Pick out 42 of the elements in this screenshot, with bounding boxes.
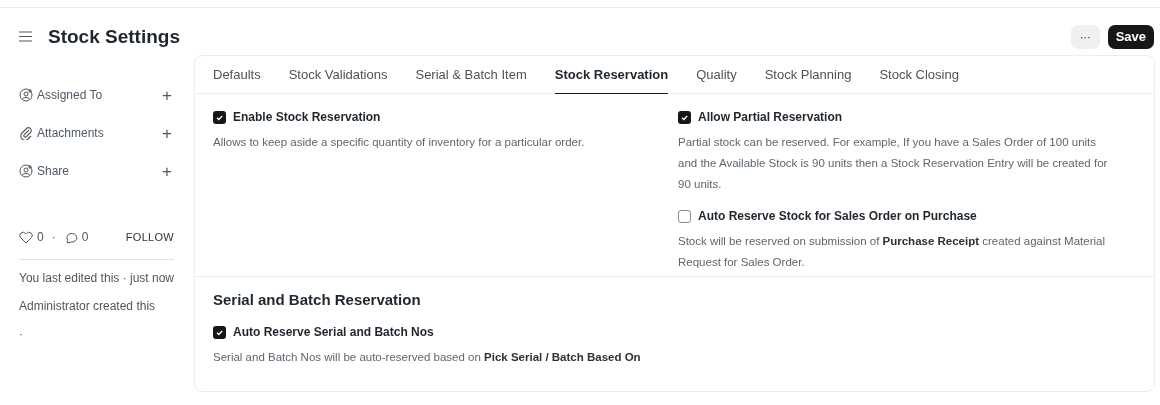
activity-text: You last edited this · just now — [19, 270, 174, 287]
comment-icon[interactable] — [63, 230, 78, 244]
tab[interactable]: Quality — [696, 56, 737, 94]
add-button[interactable]: + — [160, 162, 174, 180]
checkbox-label[interactable]: Allow Partial Reservation — [698, 108, 843, 126]
sidebar-item[interactable]: Assigned To — [37, 86, 103, 104]
comment-count: 0 — [81, 229, 89, 246]
activity-text: · — [19, 326, 24, 343]
user-plus-icon — [19, 164, 33, 178]
separator-dot: · — [51, 229, 56, 246]
field-description: Allows to keep aside a specific quantity of inventory for a particular order. — [213, 135, 586, 150]
checkbox[interactable] — [678, 110, 691, 124]
like-count: 0 — [37, 229, 44, 246]
follow-button[interactable]: FOLLOW — [125, 228, 174, 246]
checkbox-label[interactable]: Enable Stock Reservation — [233, 108, 381, 126]
checkbox[interactable] — [213, 325, 226, 339]
tab[interactable]: Serial & Batch Item — [415, 56, 527, 94]
sidebar-item[interactable]: Attachments — [37, 124, 104, 142]
tab[interactable]: Stock Closing — [879, 56, 959, 94]
save-button[interactable]: Save — [1107, 25, 1154, 49]
field-description: Serial and Batch Nos will be auto-reserved based on Pick Serial / Batch Based On — [213, 350, 642, 365]
menu-icon[interactable] — [19, 31, 32, 43]
section-heading: Serial and Batch Reservation — [213, 291, 422, 309]
field-description: Stock will be reserved on submission of Purchase Receipt created against Material Request for Sales Order. — [678, 234, 1106, 270]
heart-icon[interactable] — [19, 230, 33, 244]
checkbox-label[interactable]: Auto Reserve Serial and Batch Nos — [233, 323, 434, 341]
checkbox[interactable] — [678, 209, 691, 223]
tab[interactable]: Stock Planning — [764, 56, 852, 94]
checkbox[interactable] — [213, 110, 226, 124]
tab[interactable]: Stock Validations — [288, 56, 388, 94]
page-title: Stock Settings — [48, 25, 180, 49]
field-description: Partial stock can be reserved. For example, If you have a Sales Order of 100 units and the Available Stock is 90 units then a Stock Reservation Entry will be created for 90 units. — [678, 135, 1109, 192]
checkbox-label[interactable]: Auto Reserve Stock for Sales Order on Purchase — [698, 207, 977, 225]
tab[interactable]: Stock Reservation — [554, 56, 669, 94]
activity-text: Administrator created this — [19, 298, 157, 315]
sidebar-item[interactable]: Share — [37, 162, 70, 180]
more-button[interactable]: ··· — [1070, 25, 1100, 49]
add-button[interactable]: + — [160, 86, 174, 104]
tab[interactable]: Defaults — [213, 56, 261, 94]
paperclip-icon — [19, 126, 33, 140]
add-button[interactable]: + — [160, 124, 174, 142]
user-plus-icon — [19, 88, 33, 102]
